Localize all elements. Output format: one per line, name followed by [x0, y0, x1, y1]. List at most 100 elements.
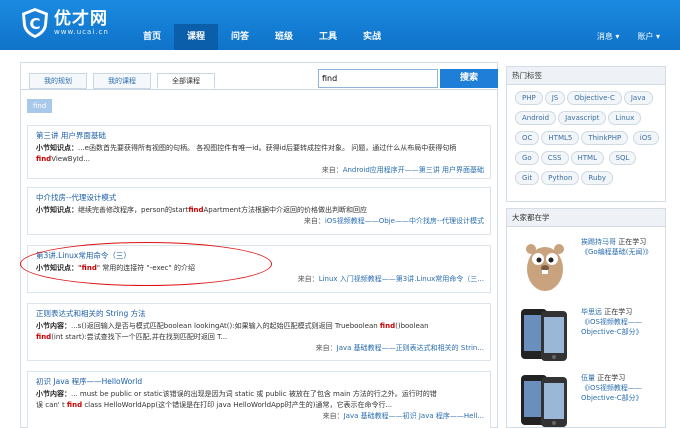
course-tabs: 我的规划 我的课程 全部课程 — [29, 73, 221, 89]
tag-link[interactable]: Android — [515, 111, 557, 125]
tag-link[interactable]: HTML — [570, 151, 604, 165]
tab-my-courses[interactable]: 我的课程 — [93, 73, 151, 89]
result-item: 正则表达式和相关的 String 方法 小节内容：...s()返回输入是否与模式… — [27, 303, 491, 361]
account-dropdown[interactable]: 账户 ▾ — [637, 24, 660, 50]
result-source: 来自：Java 基础教程——初识 Java 程序——Hell... — [36, 411, 484, 422]
tag-link[interactable]: Ruby — [581, 171, 613, 185]
result-snippet: 小节知识点：...e函数首先要获得所有视图的句柄。 各视图控件有唯一id。获得i… — [36, 143, 484, 165]
iphone-thumbnail-icon[interactable] — [515, 371, 575, 428]
learner-name[interactable]: 伍量 — [581, 374, 595, 382]
learner-course[interactable]: 《Go编程基础(无闻)》 — [581, 248, 652, 256]
search-highlight: find — [36, 333, 52, 341]
active-filter-tag[interactable]: find — [27, 99, 53, 113]
result-snippet: 小节知识点：继续完善修改程序，person的startfindApartment… — [36, 205, 484, 216]
shield-logo-icon: C — [22, 8, 48, 38]
result-source: 来自：Android应用程序开——第三讲 用户界面基础 — [36, 165, 484, 176]
source-link[interactable]: Java 基础教程——初识 Java 程序——Hell... — [344, 412, 484, 420]
snippet-text: Apartment方法根据中介返回的价格做出判断和回应 — [203, 206, 367, 214]
result-snippet: 小节内容：...s()返回输入是否与模式匹配boolean lookingAt(… — [36, 321, 484, 343]
iphone-thumbnail-icon[interactable] — [515, 305, 575, 363]
result-title[interactable]: 第三讲 用户界面基础 — [36, 130, 484, 141]
snippet-text: ()boolean — [395, 322, 429, 330]
gopher-thumbnail-icon[interactable] — [515, 235, 575, 293]
search-input[interactable]: find — [318, 69, 438, 88]
result-item: 第三讲 用户界面基础 小节知识点：...e函数首先要获得所有视图的句柄。 各视图… — [27, 125, 491, 179]
site-logo[interactable]: C 优才网 www.ucai.cn — [20, 6, 109, 40]
tag-link[interactable]: CSS — [540, 151, 569, 165]
learner-course[interactable]: 《iOS视频教程——Objective-C部分》 — [581, 318, 643, 336]
learner-action: 正在学习 — [595, 374, 626, 382]
search-button[interactable]: 搜索 — [440, 69, 498, 88]
snippet-text: 误 can' t — [36, 401, 67, 409]
search-highlight: find — [66, 401, 83, 409]
source-link[interactable]: Android应用程序开——第三讲 用户界面基础 — [343, 166, 484, 174]
nav-qa[interactable]: 问答 — [218, 24, 262, 50]
everyone-learning-panel: 大家都在学 挨踢持马哥 正在学习 《Go编程基础(无闻)》 毕思远 正在学习 《… — [506, 208, 666, 428]
top-header: C 优才网 www.ucai.cn 首页 课程 问答 班级 工具 实战 消息 ▾… — [0, 0, 680, 50]
brand-name: 优才网 — [54, 9, 108, 29]
tab-my-plan[interactable]: 我的规划 — [29, 73, 87, 89]
brand-url: www.ucai.cn — [54, 28, 109, 36]
snippet-text: ... must be public or static该错误的出现是因为词 s… — [71, 390, 437, 398]
nav-home[interactable]: 首页 — [130, 24, 174, 50]
snippet-text: class HelloWorldApp(这个错误是在打印 java HelloW… — [82, 401, 393, 409]
tag-link[interactable]: iOS — [632, 131, 659, 145]
tag-link[interactable]: SQL — [608, 151, 637, 165]
source-link[interactable]: Linux 入门视频教程——第3讲.Linux常用命令（三... — [319, 275, 484, 283]
snippet-text: ...s()返回输入是否与模式匹配boolean lookingAt():如果输… — [71, 322, 380, 330]
user-menu: 消息 ▾ 账户 ▾ — [579, 24, 660, 50]
tag-link[interactable]: Linux — [608, 111, 642, 125]
snippet-text: (int start):尝试查找下一个匹配,并在找到匹配时返回 T... — [51, 333, 228, 341]
tabs-divider — [21, 89, 497, 90]
learner-name[interactable]: 毕思远 — [581, 308, 602, 316]
tag-link[interactable]: PHP — [515, 91, 543, 105]
tag-link[interactable]: OC — [515, 131, 540, 145]
source-prefix: 来自： — [297, 275, 319, 283]
source-link[interactable]: Java 基础教程——正则表达式和相关的 Strin... — [337, 344, 484, 352]
source-prefix: 来自： — [303, 217, 325, 225]
learner-course[interactable]: 《iOS视频教程——Objective-C部分》 — [581, 384, 643, 402]
popular-tags-title: 热门标签 — [507, 67, 665, 85]
learner-item: 挨踢持马哥 正在学习 《Go编程基础(无闻)》 — [515, 235, 665, 295]
learner-action: 正在学习 — [602, 308, 633, 316]
learner-action: 正在学习 — [616, 238, 647, 246]
source-link[interactable]: iOS视频教程——Obje——中介找房--代理设计模式 — [325, 217, 484, 225]
snippet-label: 小节内容： — [36, 390, 71, 398]
main-nav: 首页 课程 问答 班级 工具 实战 — [130, 24, 394, 50]
learning-title: 大家都在学 — [507, 209, 665, 227]
result-title[interactable]: 正则表达式和相关的 String 方法 — [36, 308, 484, 319]
result-title[interactable]: 中介找房--代理设计模式 — [36, 192, 484, 203]
source-prefix: 来自： — [321, 166, 343, 174]
tag-link[interactable]: Javascript — [558, 111, 607, 125]
snippet-label: 小节内容： — [36, 322, 71, 330]
learner-item: 伍量 正在学习 《iOS视频教程——Objective-C部分》 — [515, 371, 665, 428]
search-highlight: find — [188, 206, 204, 214]
result-item: 中介找房--代理设计模式 小节知识点：继续完善修改程序，person的start… — [27, 187, 491, 235]
snippet-text: ViewById... — [51, 155, 90, 163]
result-title[interactable]: 初识 Java 程序——HelloWorld — [36, 376, 484, 387]
tag-link[interactable]: Python — [541, 171, 580, 185]
annotation-ellipse — [20, 242, 272, 286]
tag-cloud: PHP JS Objective-C Java Android Javascript Li… — [507, 85, 665, 191]
tag-link[interactable]: Go — [515, 151, 539, 165]
result-source: 来自：iOS视频教程——Obje——中介找房--代理设计模式 — [36, 216, 484, 227]
svg-text:C: C — [29, 15, 40, 33]
tag-link[interactable]: Git — [515, 171, 540, 185]
nav-courses[interactable]: 课程 — [174, 24, 218, 50]
tag-link[interactable]: HTML5 — [541, 131, 580, 145]
learner-name[interactable]: 挨踢持马哥 — [581, 238, 616, 246]
learner-item: 毕思远 正在学习 《iOS视频教程——Objective-C部分》 — [515, 305, 665, 365]
tag-link[interactable]: ThinkPHP — [581, 131, 629, 145]
popular-tags-panel: 热门标签 PHP JS Objective-C Java Android Javascr… — [506, 66, 666, 202]
tag-link[interactable]: Objective-C — [567, 91, 622, 105]
nav-practice[interactable]: 实战 — [350, 24, 394, 50]
messages-dropdown[interactable]: 消息 ▾ — [597, 24, 620, 50]
result-source: 来自：Java 基础教程——正则表达式和相关的 Strin... — [36, 343, 484, 354]
search-highlight: find — [36, 155, 52, 163]
tag-link[interactable]: JS — [544, 91, 566, 105]
nav-tools[interactable]: 工具 — [306, 24, 350, 50]
snippet-label: 小节知识点： — [36, 144, 78, 152]
tag-link[interactable]: Java — [623, 91, 653, 105]
nav-classes[interactable]: 班级 — [262, 24, 306, 50]
tab-all-courses[interactable]: 全部课程 — [157, 73, 215, 89]
